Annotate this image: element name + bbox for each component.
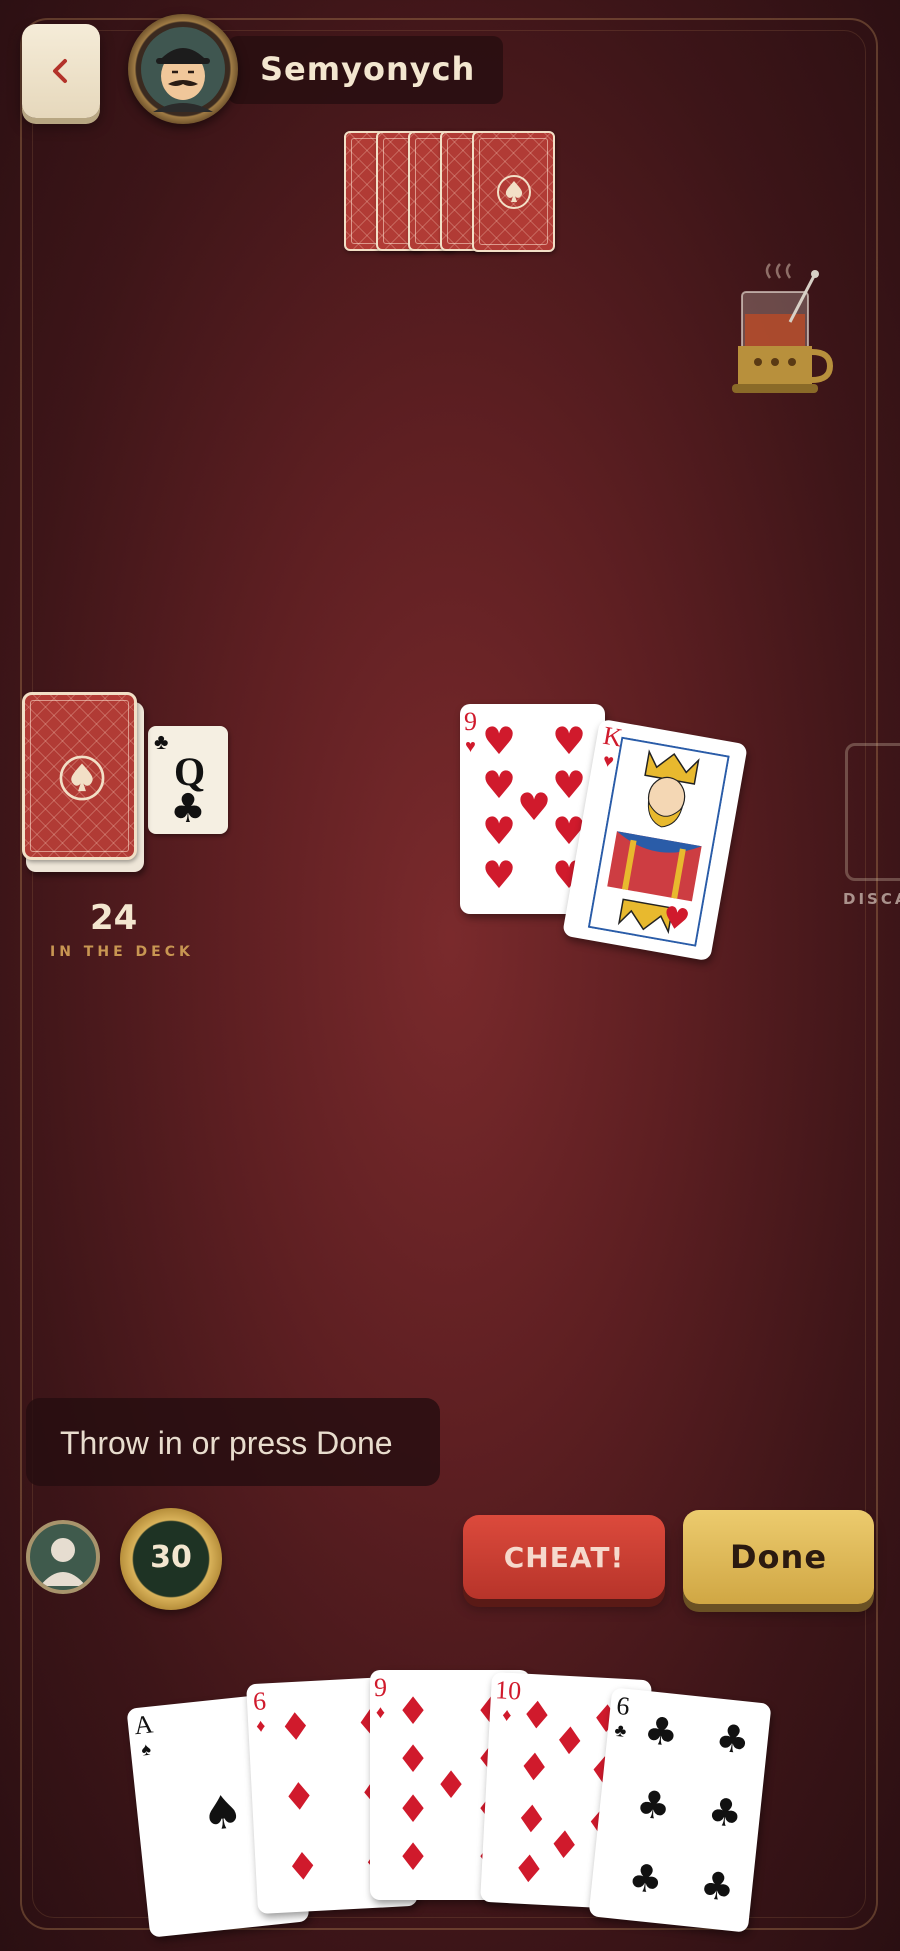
card-suit: ♦ — [501, 1704, 513, 1726]
card-rank: 9 — [374, 1673, 387, 1702]
tea-glass-icon — [732, 263, 834, 393]
prompt-text: Throw in or press Done — [60, 1425, 393, 1461]
card-suit: ♥ — [465, 736, 476, 756]
chevron-left-icon — [53, 59, 67, 83]
cheat-button-label: CHEAT! — [503, 1540, 625, 1574]
spade-emblem-icon — [497, 175, 531, 209]
hand-card-six-clubs[interactable]: 6 ♣ ♣ ♣ ♣ ♣ ♣ ♣ — [588, 1687, 772, 1933]
opponent-card-back — [472, 131, 555, 252]
card-rank: 6 — [252, 1686, 267, 1716]
trump-suit: ♣ — [170, 786, 206, 832]
trump-card: ♣ Q ♣ — [148, 726, 228, 834]
card-suit: ♦ — [255, 1715, 266, 1736]
discard-label: DISCA — [843, 890, 900, 908]
deck-top-card — [22, 692, 137, 860]
card-suit: ♦ — [375, 1702, 386, 1722]
discard-pile — [845, 743, 900, 881]
deck-label: IN THE DECK — [50, 944, 194, 960]
user-avatar-icon[interactable] — [26, 1520, 100, 1594]
card-suit: ♠ — [140, 1738, 152, 1760]
person-icon — [40, 1538, 86, 1586]
deck-count: 24 — [90, 898, 138, 938]
done-button-label: Done — [729, 1538, 828, 1576]
trump-corner-suit: ♣ — [154, 729, 169, 754]
cheat-button[interactable]: CHEAT! — [463, 1515, 665, 1599]
opponent-name: Semyonych — [260, 50, 476, 88]
card-rank: 9 — [464, 707, 477, 736]
spade-emblem-icon — [59, 755, 105, 801]
back-button[interactable] — [22, 24, 100, 118]
opponent-avatar-art — [141, 27, 225, 112]
mustached-man-avatar-icon[interactable] — [128, 14, 238, 124]
card-rank: A — [132, 1709, 155, 1741]
card-rank: 10 — [494, 1675, 522, 1706]
done-button[interactable]: Done — [683, 1510, 874, 1604]
card-suit: ♣ — [613, 1719, 628, 1741]
card-rank: 6 — [615, 1690, 632, 1722]
chip-count: 30 — [150, 1540, 192, 1575]
